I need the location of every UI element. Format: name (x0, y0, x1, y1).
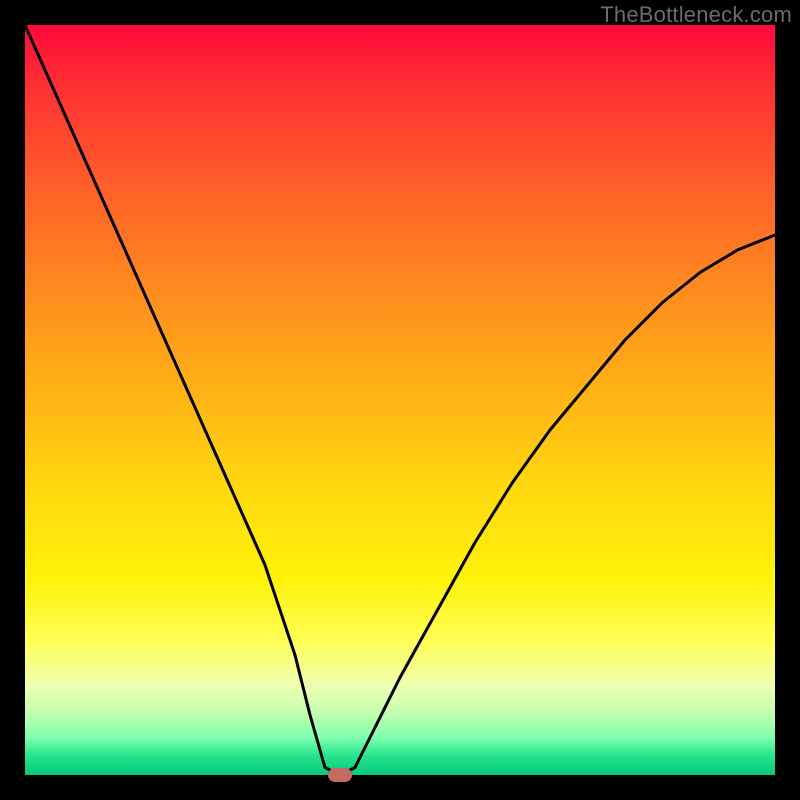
chart-frame: TheBottleneck.com (0, 0, 800, 800)
plot-area (25, 25, 775, 775)
bottleneck-curve (25, 25, 775, 775)
optimal-point-marker (328, 768, 352, 782)
